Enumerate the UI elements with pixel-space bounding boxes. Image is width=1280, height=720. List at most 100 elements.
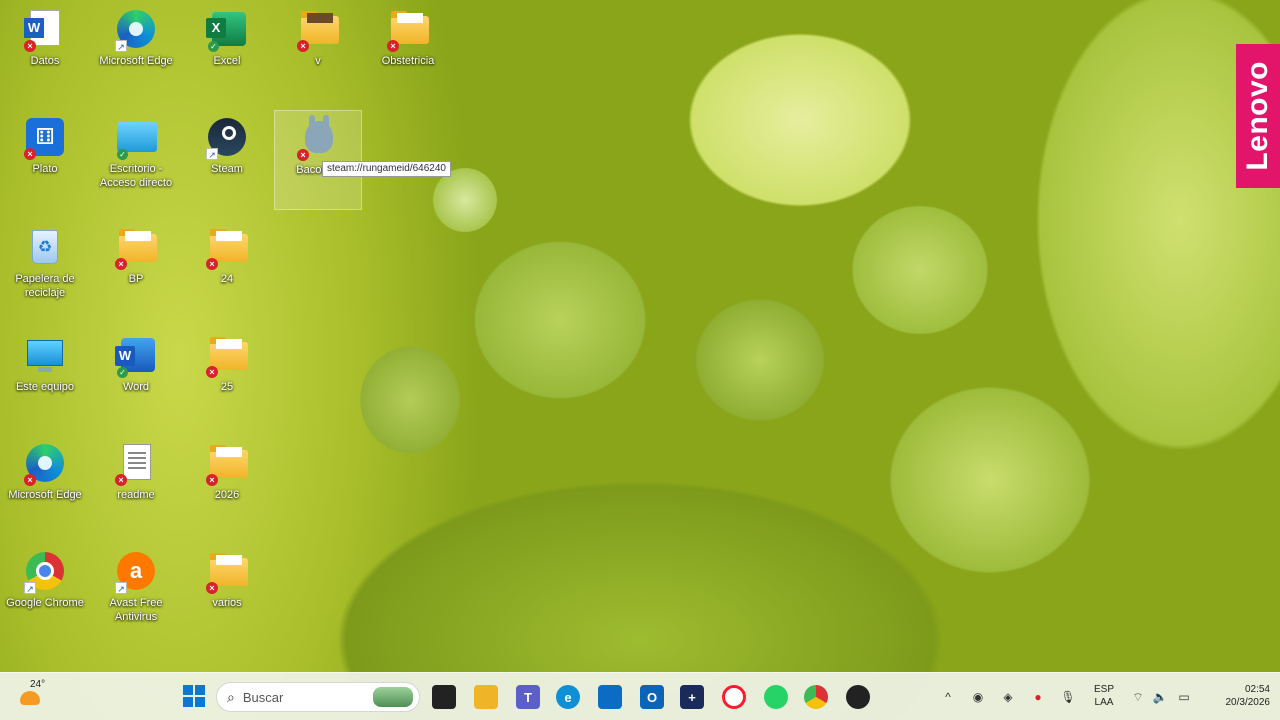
outlook-icon[interactable]: O: [640, 685, 664, 709]
task-view-icon[interactable]: [432, 685, 456, 709]
desktop-icon-label: Excel: [213, 55, 241, 67]
desktop-icon-label: readme: [117, 489, 155, 501]
microphone-icon[interactable]: 🎙: [1060, 689, 1076, 705]
desktop-icon-bacon[interactable]: × Bacon M: [274, 110, 362, 210]
folder-icon: ×: [204, 442, 250, 486]
shortcut-tooltip: steam://rungameid/646240: [322, 161, 451, 177]
language-code: ESP: [1093, 684, 1114, 695]
file-explorer-icon[interactable]: [474, 685, 498, 709]
start-button[interactable]: [183, 685, 205, 707]
folder-icon: ×: [204, 226, 250, 270]
desktop-icon-obstetricia[interactable]: × Obstetricia: [364, 2, 452, 102]
desktop-icon-readme[interactable]: × readme: [92, 436, 180, 536]
chevron-up-icon[interactable]: ^: [940, 689, 956, 705]
tray-app-icon[interactable]: ◈: [1000, 689, 1016, 705]
wifi-icon[interactable]: ⌔: [1130, 689, 1146, 705]
desktop-icon-label: Microsoft Edge: [99, 55, 173, 67]
taskbar: 24° ⌕ Buscar T e O + ^ ◉ ◈ ● 🎙 ESP LAA ⌔…: [0, 672, 1280, 720]
folder-icon: ×: [385, 8, 431, 52]
word-document-icon: W ×: [22, 8, 68, 52]
weather-widget[interactable]: 24°: [18, 679, 58, 713]
clock[interactable]: 02:54 20/3/2026: [1204, 683, 1271, 709]
tray-app-icon[interactable]: ◉: [970, 689, 986, 705]
text-file-icon: ×: [113, 442, 159, 486]
desktop-icon-label: 25: [220, 381, 234, 393]
folder-icon: ×: [204, 334, 250, 378]
desktop-icon-escritorio[interactable]: ✓ Escritorio - Acceso directo: [92, 110, 180, 210]
desktop-icon-chrome[interactable]: ↗ Google Chrome: [1, 544, 89, 644]
battery-icon[interactable]: ▭: [1176, 689, 1192, 705]
desktop-icon-v[interactable]: × v: [274, 2, 362, 102]
clock-time: 02:54: [1244, 684, 1270, 695]
desktop-icon-label: Steam: [211, 163, 243, 175]
windows-logo-icon: [195, 697, 205, 707]
desktop-icon-edge-2[interactable]: × Microsoft Edge: [1, 436, 89, 536]
desktop-icon-varios[interactable]: × varios: [183, 544, 271, 644]
store-icon[interactable]: [598, 685, 622, 709]
search-input: Buscar: [242, 689, 284, 705]
edge-icon[interactable]: e: [556, 685, 580, 709]
clock-date: 20/3/2026: [1225, 697, 1271, 708]
sun-icon: [20, 691, 40, 705]
chrome-icon[interactable]: [804, 685, 828, 709]
language-indicator[interactable]: ESP LAA: [1092, 683, 1116, 709]
desktop-icon-label: Este equipo: [15, 381, 75, 393]
image-folder-icon: ×: [295, 8, 341, 52]
excel-icon: X ✓: [204, 8, 250, 52]
chrome-icon: ↗: [22, 550, 68, 594]
desktop-icon-label: 24: [220, 273, 234, 285]
desktop-icon-steam[interactable]: ↗ Steam: [183, 110, 271, 210]
desktop-icon-label: Word: [122, 381, 150, 393]
windows-logo-icon: [183, 697, 193, 707]
desktop-icon-25[interactable]: × 25: [183, 328, 271, 428]
desktop-icon-label: Escritorio - Acceso directo: [99, 163, 173, 189]
edge-icon: ↗: [113, 8, 159, 52]
desktop-icon-label: Papelera de reciclaje: [15, 273, 75, 299]
desktop-icon-label: Google Chrome: [6, 597, 84, 609]
search-box[interactable]: ⌕ Buscar: [216, 682, 420, 712]
windows-logo-icon: [183, 685, 193, 695]
game-rabbit-icon: ×: [295, 115, 341, 161]
lenovo-logo-text: Lenovo: [1241, 61, 1274, 171]
desktop-icon-label: varios: [212, 597, 242, 609]
search-highlight-icon: [373, 687, 413, 707]
lenovo-logo: Lenovo: [1236, 44, 1280, 188]
desktop-icon-label: Obstetricia: [381, 55, 435, 67]
weather-temp: 24°: [30, 679, 46, 690]
computer-icon: [22, 334, 68, 376]
desktop-icon-label: 2026: [214, 489, 240, 501]
desktop-icon-recycle-bin[interactable]: ♻ Papelera de reciclaje: [1, 220, 89, 320]
volume-icon[interactable]: 🔈: [1152, 689, 1168, 705]
desktop-icon-label: v: [315, 55, 321, 67]
keyboard-layout: LAA: [1094, 697, 1114, 708]
search-icon: ⌕: [227, 688, 235, 705]
teams-icon[interactable]: T: [516, 685, 540, 709]
desktop-icon-datos[interactable]: W × Datos: [1, 2, 89, 102]
avast-icon: a ↗: [113, 550, 159, 594]
recycle-bin-icon: ♻: [22, 226, 68, 268]
desktop-icon-este-equipo[interactable]: Este equipo: [1, 328, 89, 428]
folder-shortcut-icon: ✓: [113, 116, 159, 160]
folder-icon: ×: [113, 226, 159, 270]
desktop-icon-label: Datos: [30, 55, 60, 67]
desktop-icon-edge-1[interactable]: ↗ Microsoft Edge: [92, 2, 180, 102]
desktop-icon-2026[interactable]: × 2026: [183, 436, 271, 536]
desktop-icon-excel[interactable]: X ✓ Excel: [183, 2, 271, 102]
opera-icon[interactable]: [722, 685, 746, 709]
dice-app-icon: ⚅ ×: [22, 116, 68, 160]
desktop-icon-word[interactable]: W ✓ Word: [92, 328, 180, 428]
desktop-icon-label: Plato: [32, 163, 58, 175]
word-icon: W ✓: [113, 334, 159, 378]
app-icon[interactable]: [846, 685, 870, 709]
desktop-icon-bp[interactable]: × BP: [92, 220, 180, 320]
disney-plus-icon[interactable]: +: [680, 685, 704, 709]
desktop-icon-avast[interactable]: a ↗ Avast Free Antivirus: [92, 544, 180, 644]
folder-icon: ×: [204, 550, 250, 594]
desktop-icon-24[interactable]: × 24: [183, 220, 271, 320]
desktop-icon-plato[interactable]: ⚅ × Plato: [1, 110, 89, 210]
edge-icon: ×: [22, 442, 68, 486]
whatsapp-icon[interactable]: [764, 685, 788, 709]
windows-logo-icon: [195, 685, 205, 695]
desktop-icon-label: Microsoft Edge: [8, 489, 82, 501]
tray-app-icon[interactable]: ●: [1030, 689, 1046, 705]
